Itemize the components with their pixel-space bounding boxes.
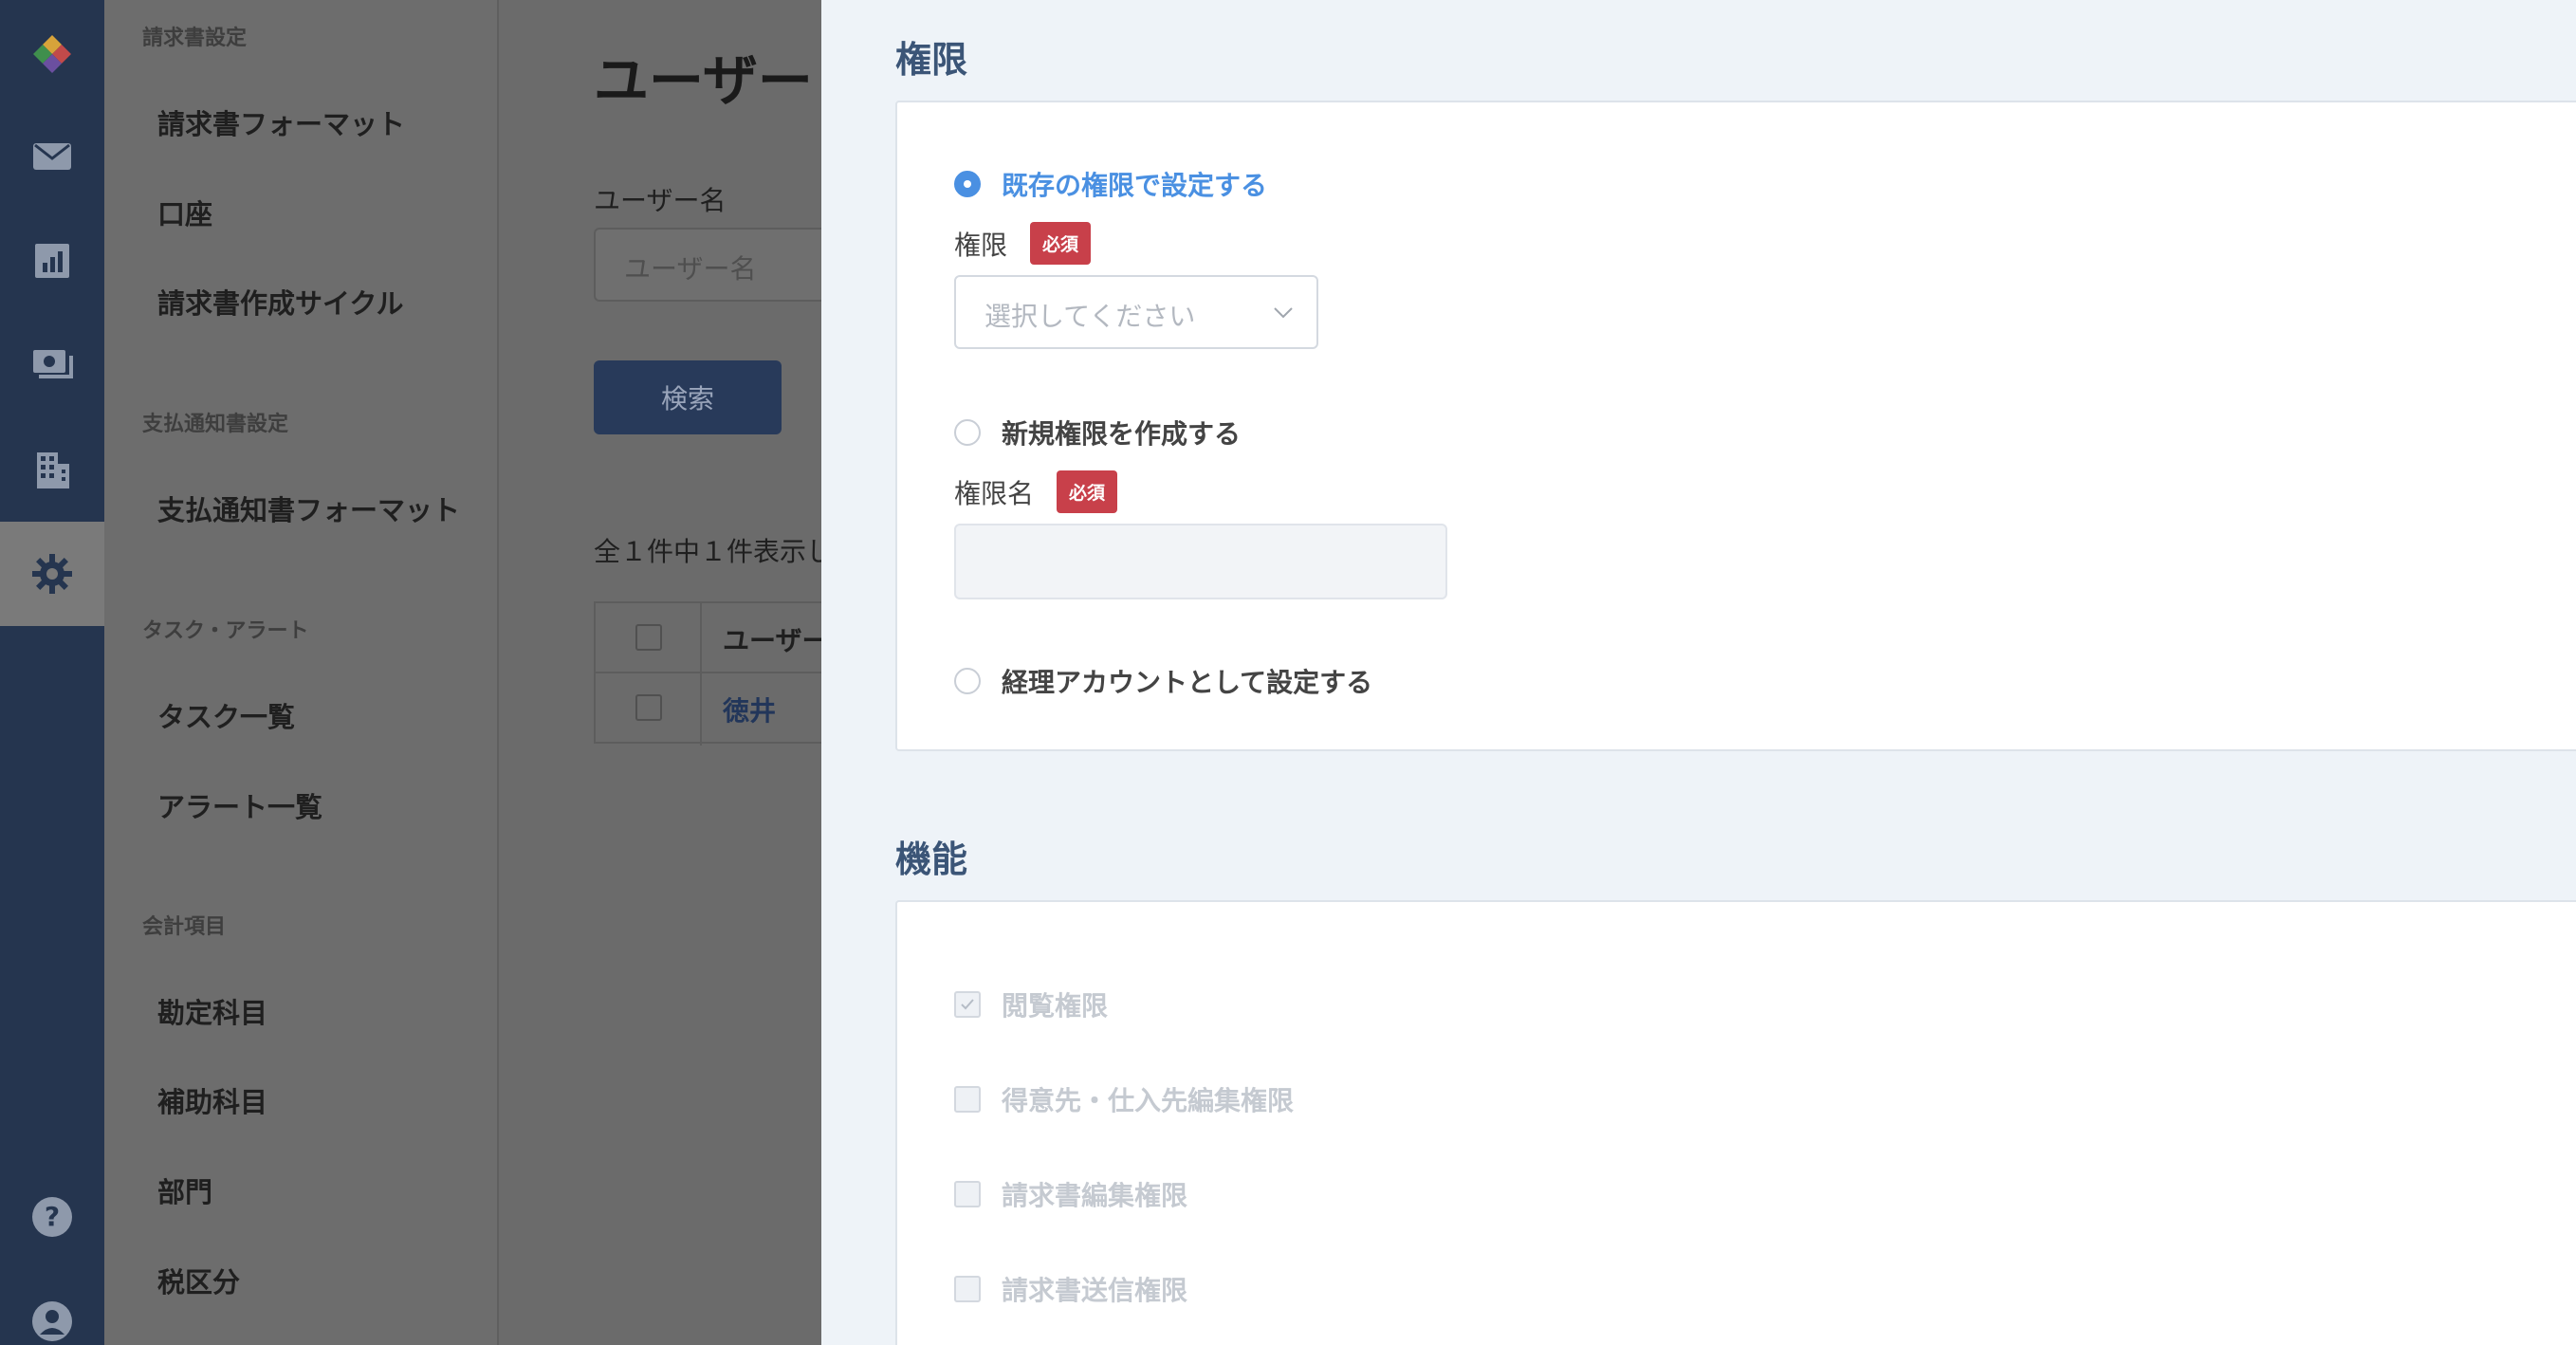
logo-icon[interactable] (0, 0, 104, 104)
permission-select[interactable]: 選択してください (954, 275, 1318, 349)
background-user-page: ユーザー ユーザー名 ユーザー名 検索 全１件中１件表示し ユーザー 徳井 (499, 0, 821, 1345)
menu-item-invoice-cycle[interactable]: 請求書作成サイクル (157, 282, 404, 322)
row-checkbox[interactable] (635, 694, 662, 721)
radio-existing-permission[interactable]: 既存の権限で設定する (954, 165, 1267, 203)
feature-label: 請求書送信権限 (1002, 1275, 1188, 1306)
account-icon[interactable] (0, 1269, 104, 1345)
username-search-input[interactable]: ユーザー名 (594, 228, 821, 302)
features-card: 閲覧権限 得意先・仕入先編集権限 請求書編集権限 請求書送信権限 (895, 900, 2576, 1345)
radio-new-label: 新規権限を作成する (1002, 418, 1242, 450)
feature-view-permission[interactable]: 閲覧権限 (954, 986, 1108, 1023)
menu-item-alert-list[interactable]: アラート一覧 (157, 785, 322, 825)
menu-section-title: 会計項目 (142, 915, 227, 939)
checkbox-unchecked[interactable] (954, 1086, 981, 1113)
svg-text:?: ? (45, 1201, 60, 1232)
help-icon[interactable]: ? (0, 1165, 104, 1269)
menu-item-task-list[interactable]: タスク一覧 (157, 695, 295, 735)
permission-drawer: 権限 既存の権限で設定する 権限 必須 選択してください 新規権限を作成する 権… (821, 0, 2576, 1345)
checkbox-checked[interactable] (954, 991, 981, 1018)
radio-accounting-label: 経理アカウントとして設定する (1002, 667, 1373, 698)
permission-card: 既存の権限で設定する 権限 必須 選択してください 新規権限を作成する 権限名 … (895, 101, 2576, 751)
radio-unselected-icon[interactable] (954, 668, 981, 694)
page-title: ユーザー (594, 48, 813, 113)
menu-section-title: 支払通知書設定 (142, 413, 289, 436)
checkbox-unchecked[interactable] (954, 1276, 981, 1302)
settings-menu: 請求書設定 請求書フォーマット 口座 請求書作成サイクル 支払通知書設定 支払通… (104, 0, 499, 1345)
check-icon (961, 999, 974, 1010)
radio-new-permission[interactable]: 新規権限を作成する (954, 414, 1241, 451)
features-heading: 機能 (895, 838, 968, 880)
menu-item-accounts[interactable]: 勘定科目 (157, 991, 267, 1031)
menu-item-sub-accounts[interactable]: 補助科目 (157, 1080, 267, 1120)
mail-icon[interactable] (0, 104, 104, 209)
result-count: 全１件中１件表示し (594, 536, 821, 567)
table-header-row: ユーザー (596, 603, 821, 673)
menu-item-tax-categories[interactable]: 税区分 (157, 1261, 240, 1300)
radio-unselected-icon[interactable] (954, 419, 981, 446)
select-all-checkbox[interactable] (635, 624, 662, 651)
permission-label-text: 権限 (954, 229, 1008, 261)
permission-field-label: 権限 必須 (954, 222, 1092, 265)
permission-heading: 権限 (895, 39, 968, 81)
payment-icon[interactable] (0, 313, 104, 417)
required-badge: 必須 (1057, 470, 1118, 513)
feature-client-edit-permission[interactable]: 得意先・仕入先編集権限 (954, 1080, 1294, 1118)
gear-icon[interactable] (0, 522, 104, 626)
table-row: 徳井 (596, 673, 821, 744)
search-placeholder: ユーザー名 (624, 253, 757, 285)
permission-name-label-text: 権限名 (954, 477, 1035, 509)
menu-item-bank-account[interactable]: 口座 (157, 193, 212, 232)
menu-item-departments[interactable]: 部門 (157, 1170, 212, 1210)
column-divider (700, 603, 702, 746)
checkbox-unchecked[interactable] (954, 1181, 981, 1207)
table-header-user: ユーザー (723, 625, 821, 656)
select-placeholder: 選択してください (984, 301, 1196, 332)
chevron-down-icon (1274, 307, 1293, 319)
feature-label: 閲覧権限 (1002, 990, 1109, 1022)
feature-label: 得意先・仕入先編集権限 (1002, 1085, 1295, 1116)
radio-selected-icon[interactable] (954, 171, 981, 197)
building-icon[interactable] (0, 417, 104, 522)
radio-existing-label: 既存の権限で設定する (1002, 170, 1268, 201)
permission-name-field-label: 権限名 必須 (954, 470, 1118, 513)
menu-item-invoice-format[interactable]: 請求書フォーマット (157, 102, 405, 142)
icon-rail: ? (0, 0, 104, 1345)
menu-section-title: タスク・アラート (142, 619, 309, 643)
menu-item-payment-notice-format[interactable]: 支払通知書フォーマット (157, 488, 460, 528)
user-table: ユーザー 徳井 (594, 601, 821, 746)
menu-section-title: 請求書設定 (142, 27, 248, 50)
feature-invoice-edit-permission[interactable]: 請求書編集権限 (954, 1175, 1187, 1213)
permission-name-input[interactable] (954, 524, 1447, 599)
chart-icon[interactable] (0, 209, 104, 313)
feature-label: 請求書編集権限 (1002, 1180, 1188, 1211)
user-name-link[interactable]: 徳井 (723, 691, 776, 728)
feature-invoice-send-permission[interactable]: 請求書送信権限 (954, 1270, 1187, 1308)
search-button[interactable]: 検索 (594, 360, 782, 434)
required-badge: 必須 (1030, 222, 1092, 265)
search-label: ユーザー名 (594, 185, 727, 216)
radio-accounting-account[interactable]: 経理アカウントとして設定する (954, 662, 1372, 700)
